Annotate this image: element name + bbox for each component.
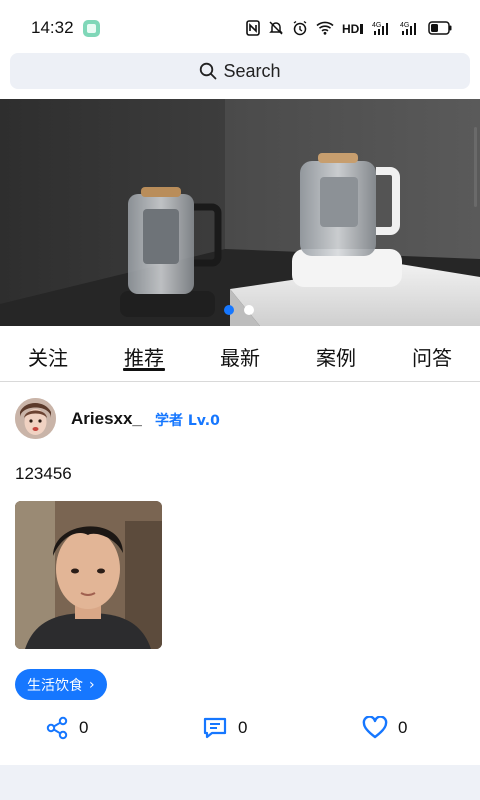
banner-carousel[interactable]	[0, 99, 480, 326]
svg-text:4G: 4G	[372, 22, 381, 29]
tab-qa[interactable]: 问答	[384, 326, 480, 381]
status-bar: 14:32 HD 4G 4G	[0, 0, 480, 52]
user-level-badge: 学者 Lv.0	[155, 413, 220, 429]
share-button[interactable]: 0	[45, 716, 88, 740]
feed-tabs: 关注 推荐 最新 案例 问答	[0, 326, 480, 382]
post-text: 123456	[15, 464, 72, 483]
comment-icon	[203, 717, 227, 739]
svg-text:4G: 4G	[400, 22, 409, 29]
heart-icon	[362, 716, 388, 739]
wifi-icon	[316, 21, 334, 35]
topic-tag-label: 生活饮食	[27, 677, 83, 694]
cellular-signal-2-icon: 4G	[400, 22, 416, 35]
battery-icon	[428, 21, 452, 35]
search-label: Search	[223, 60, 281, 81]
search-icon	[200, 62, 217, 80]
post-username[interactable]: Ariesxx_	[71, 409, 142, 429]
cellular-signal-1-icon: 4G	[372, 22, 388, 35]
hd-signal-icon: HD	[342, 22, 363, 36]
post-actions: 0 0 0	[0, 716, 480, 752]
status-time: 14:32	[31, 18, 74, 37]
like-button[interactable]: 0	[362, 716, 407, 740]
comment-count: 0	[238, 718, 248, 737]
nfc-icon	[246, 20, 260, 36]
svg-text:HD: HD	[342, 22, 360, 36]
mute-bell-icon	[269, 21, 283, 35]
app-notification-icon	[83, 20, 100, 37]
tab-cases[interactable]: 案例	[288, 326, 384, 381]
post-image[interactable]	[15, 501, 162, 649]
status-icons: HD 4G 4G	[246, 17, 452, 39]
share-count: 0	[79, 718, 89, 737]
carousel-indicator	[224, 305, 254, 315]
tab-latest[interactable]: 最新	[192, 326, 288, 381]
share-icon	[46, 716, 68, 740]
alarm-icon	[293, 20, 307, 36]
tab-recommended[interactable]: 推荐	[96, 326, 192, 381]
section-divider	[0, 765, 480, 800]
search-bar[interactable]: Search	[10, 53, 470, 89]
carousel-dot-active[interactable]	[224, 305, 234, 315]
topic-tag-button[interactable]: 生活饮食 ›	[15, 669, 107, 700]
avatar[interactable]	[15, 398, 56, 439]
comment-button[interactable]: 0	[202, 716, 247, 740]
like-count: 0	[398, 718, 408, 737]
post-photo	[15, 501, 162, 649]
carousel-dot[interactable]	[244, 305, 254, 315]
avatar-image	[15, 398, 56, 439]
tab-follow[interactable]: 关注	[0, 326, 96, 381]
chevron-right-icon: ›	[89, 676, 95, 693]
banner-image	[0, 99, 480, 326]
